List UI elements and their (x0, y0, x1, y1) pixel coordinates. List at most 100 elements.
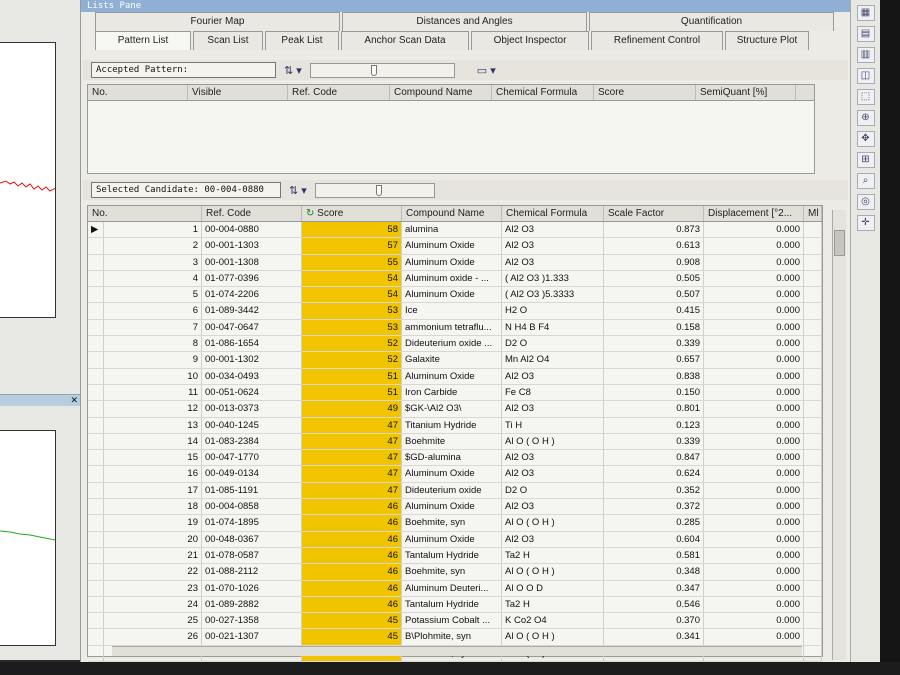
tab-fourier-map[interactable]: Fourier Map (95, 12, 340, 31)
columns-icon[interactable]: ▭ ▾ (477, 64, 496, 77)
cell-ref: 00-047-0647 (202, 319, 302, 336)
cell-scale: 0.507 (604, 287, 704, 303)
zoom-icon[interactable]: ⊕ (856, 110, 875, 126)
slider-knob[interactable] (370, 64, 377, 76)
table-row[interactable]: ▶ 1 00-004-0880 58 alumina Al2 O3 0.873 0.000 (88, 222, 822, 239)
tab-object-inspector[interactable]: Object Inspector (471, 31, 589, 50)
column-header[interactable]: Scale Factor (604, 206, 704, 221)
table-row[interactable]: 16 00-049-0134 47 Aluminum Oxide Al2 O3 0.624… (88, 466, 822, 483)
crosshair-icon[interactable]: ✛ (856, 215, 875, 231)
table-row[interactable]: 19 01-074-1895 46 Boehmite, syn Al O ( O H )… (88, 515, 822, 532)
column-header[interactable]: Chemical Formula (492, 85, 594, 100)
table-row[interactable]: 13 00-040-1245 47 Titanium Hydride Ti H 0.123… (88, 417, 822, 434)
column-header[interactable]: Score (594, 85, 696, 100)
column-header[interactable]: No. (88, 85, 188, 100)
cell-formula: D2 O (502, 482, 604, 499)
column-header[interactable]: No. (88, 206, 202, 221)
table-row[interactable]: 26 00-021-1307 45 B\Plohmite, syn Al O ( O H… (88, 629, 822, 646)
table-row[interactable]: 11 00-051-0624 51 Iron Carbide Fe C8 0.150 0.0… (88, 384, 822, 402)
table-row[interactable]: 9 00-001-1302 52 Galaxite Mn Al2 O4 0.657 0.00… (88, 352, 822, 369)
cell-ref: 00-013-0373 (202, 401, 302, 417)
column-header[interactable]: Displacement [°2... (704, 206, 804, 221)
tab-scan-list[interactable]: Scan List (193, 31, 263, 50)
vertical-scrollbar[interactable] (832, 210, 846, 660)
column-header[interactable]: Ml (804, 206, 822, 221)
chart-icon[interactable]: ▦ (856, 5, 875, 21)
cell-name: Aluminum Deuteri... (402, 580, 502, 596)
column-header[interactable]: Ref. Code (202, 206, 302, 221)
column-header[interactable]: Visible (188, 85, 288, 100)
table-row[interactable]: 7 00-047-0647 53 ammonium tetraflu... N H4 B… (88, 319, 822, 337)
cell-ref: 01-085-1191 (202, 482, 302, 499)
table-row[interactable]: 23 01-070-1026 46 Aluminum Deuteri... Al O O… (88, 580, 822, 597)
cell-score: 55 (302, 254, 402, 270)
tab-peak-list[interactable]: Peak List (265, 31, 339, 50)
column-header[interactable]: Compound Name (390, 85, 492, 100)
column-header[interactable]: Compound Name (402, 206, 502, 221)
horizontal-scrollbar[interactable] (112, 646, 802, 656)
scan-trace-top (0, 180, 55, 192)
cell-formula: ( Al2 O3 )1.333 (502, 270, 604, 287)
column-header[interactable]: Ref. Code (288, 85, 390, 100)
select-icon[interactable]: ⬚ (856, 89, 875, 105)
cell-no: 7 (104, 319, 202, 336)
sort-icon[interactable]: ⇅ ▾ (284, 64, 302, 77)
cell-score: 46 (302, 515, 402, 531)
cell-formula: Al O ( O H ) (502, 515, 604, 531)
marker-icon[interactable]: ◎ (856, 194, 875, 210)
column-header[interactable]: Chemical Formula (502, 206, 604, 221)
table-row[interactable]: 20 00-048-0367 46 Aluminum Oxide Al2 O3 0.604… (88, 531, 822, 548)
table-row[interactable]: 2 00-001-1303 57 Aluminum Oxide Al2 O3 0.613 0… (88, 238, 822, 255)
column-header[interactable]: ↻ Score (302, 206, 402, 221)
tab-pattern-list[interactable]: Pattern List (95, 31, 191, 50)
sort-refresh-icon[interactable]: ↻ (306, 208, 317, 219)
cell-formula: K Co2 O4 (502, 613, 604, 629)
table-row[interactable]: 15 00-047-1770 47 $GD-alumina Al2 O3 0.847 0.0… (88, 450, 822, 467)
cell-formula: Al O ( O H ) (502, 564, 604, 580)
table-row[interactable]: 17 01-085-1191 47 Dideuterium oxide D2 O 0.35… (88, 482, 822, 500)
table-row[interactable]: 12 00-013-0373 49 $GK-\Al2 O3\ Al2 O3 0.801 0.… (88, 401, 822, 418)
table-row[interactable]: 25 00-027-1358 45 Potassium Cobalt ... K Co2… (88, 613, 822, 630)
cell-ml (804, 336, 822, 352)
tab-anchor-scan-data[interactable]: Anchor Scan Data (341, 31, 469, 50)
scan-icon[interactable]: ◫ (856, 68, 875, 84)
cell-formula: Ta2 H (502, 547, 604, 564)
table-row[interactable]: 21 01-078-0587 46 Tantalum Hydride Ta2 H 0.58… (88, 547, 822, 565)
tab-refinement-control[interactable]: Refinement Control (591, 31, 723, 50)
magnify-icon[interactable]: ⌕ (856, 173, 875, 189)
column-header[interactable]: SemiQuant [%] (696, 85, 796, 100)
grid-icon[interactable]: ▤ (856, 26, 875, 42)
table-row[interactable]: 6 01-089-3442 53 Ice H2 O 0.415 0.000 (88, 303, 822, 320)
cell-disp: 0.000 (704, 531, 804, 547)
table-row[interactable]: 5 01-074-2206 54 Aluminum Oxide( Al2 O3 )5.… (88, 287, 822, 304)
cell-scale: 0.348 (604, 564, 704, 580)
measure-icon[interactable]: ⊞ (856, 152, 875, 168)
table-row[interactable]: 8 01-086-1654 52 Dideuterium oxide ... D2 O0… (88, 336, 822, 353)
cell-no: 9 (104, 352, 202, 368)
sort-icon[interactable]: ⇅ ▾ (289, 184, 307, 197)
tab-distances-and-angles[interactable]: Distances and Angles (342, 12, 587, 31)
tab-quantification[interactable]: Quantification (589, 12, 834, 31)
table-row[interactable]: 24 01-089-2882 46 Tantalum Hydride Ta2 H 0.54… (88, 596, 822, 614)
table-row[interactable]: 14 01-083-2384 47 Boehmite Al O ( O H ) 0.339… (88, 433, 822, 451)
table-icon[interactable]: ▥ (856, 47, 875, 63)
table-row[interactable]: 18 00-004-0858 46 Aluminum Oxide Al2 O3 0.372… (88, 499, 822, 516)
cell-ref: 01-078-0587 (202, 547, 302, 564)
cell-name: Dideuterium oxide ... (402, 336, 502, 352)
candidate-filter-slider[interactable] (314, 182, 435, 198)
scrollbar-thumb[interactable] (834, 230, 845, 256)
table-row[interactable]: 10 00-034-0493 51 Aluminum Oxide Al2 O3 0.838… (88, 368, 822, 385)
table-row[interactable]: 3 00-001-1308 55 Aluminum Oxide Al2 O3 0.908 0… (88, 254, 822, 271)
cell-score: 54 (302, 287, 402, 303)
table-row[interactable]: 22 01-088-2112 46 Boehmite, syn Al O ( O H )… (88, 564, 822, 581)
slider-knob[interactable] (375, 184, 382, 196)
cell-ref: 00-021-1307 (202, 629, 302, 645)
close-icon[interactable]: ✕ (70, 395, 78, 406)
accepted-filter-slider[interactable] (309, 62, 455, 78)
pan-icon[interactable]: ✥ (856, 131, 875, 147)
row-pointer (88, 450, 104, 466)
tab-structure-plot[interactable]: Structure Plot (725, 31, 809, 50)
left-pane-titlebar[interactable]: ✕ (0, 394, 80, 406)
table-row[interactable]: 4 01-077-0396 54 Aluminum oxide - ...( Al2 … (88, 270, 822, 288)
row-pointer (88, 384, 104, 401)
